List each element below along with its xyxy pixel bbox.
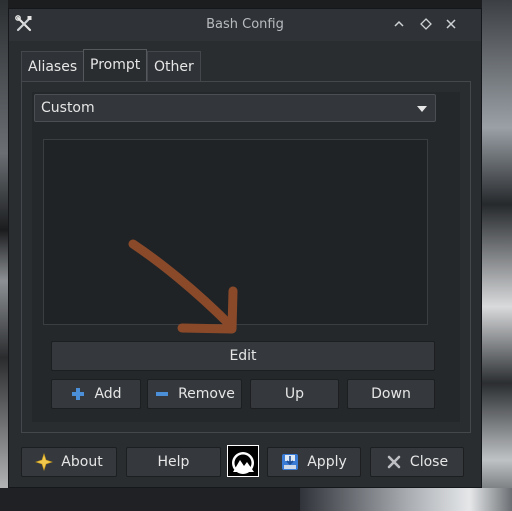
- maximize-diamond-icon[interactable]: [418, 16, 434, 32]
- desktop-strip-left: [0, 0, 8, 511]
- about-button[interactable]: About: [21, 447, 117, 477]
- remove-button-label: Remove: [178, 386, 235, 402]
- close-window-icon[interactable]: [443, 16, 459, 32]
- edit-button[interactable]: Edit: [51, 341, 435, 371]
- add-button[interactable]: Add: [51, 379, 141, 409]
- close-button[interactable]: Close: [370, 447, 464, 477]
- prompt-style-dropdown[interactable]: Custom: [34, 94, 436, 122]
- edit-button-label: Edit: [229, 348, 257, 364]
- plus-icon: [72, 388, 85, 400]
- add-button-label: Add: [94, 386, 122, 402]
- remove-button[interactable]: Remove: [147, 379, 242, 409]
- down-button-label: Down: [371, 386, 411, 402]
- apply-button[interactable]: Apply: [267, 447, 361, 477]
- prompt-preview-area[interactable]: [43, 139, 428, 325]
- down-button[interactable]: Down: [347, 379, 435, 409]
- about-button-label: About: [61, 454, 103, 470]
- tab-aliases[interactable]: Aliases: [21, 51, 85, 81]
- apply-button-label: Apply: [307, 454, 347, 470]
- sparkle-icon: [35, 453, 54, 471]
- app-logo-icon: [228, 446, 258, 476]
- prompt-style-value: Custom: [41, 100, 95, 116]
- up-button-label: Up: [284, 386, 305, 402]
- help-button[interactable]: Help: [126, 447, 221, 477]
- minus-icon: [156, 392, 169, 396]
- desktop-strip-right: [482, 0, 512, 511]
- help-button-label: Help: [157, 454, 190, 470]
- up-button[interactable]: Up: [250, 379, 339, 409]
- chevron-down-icon: [417, 106, 427, 112]
- tab-other[interactable]: Other: [147, 51, 201, 81]
- close-button-label: Close: [409, 454, 449, 470]
- title-bar[interactable]: Bash Config: [9, 9, 481, 41]
- desktop-strip-bottom-right: [300, 488, 512, 511]
- minimize-chevron-icon[interactable]: [391, 16, 407, 32]
- tab-prompt[interactable]: Prompt: [83, 49, 148, 81]
- close-icon: [387, 455, 401, 469]
- window-title: Bash Config: [206, 17, 284, 32]
- desktop-strip-bottom-left: [0, 488, 300, 511]
- save-icon: [282, 454, 299, 470]
- app-logo: [227, 445, 259, 477]
